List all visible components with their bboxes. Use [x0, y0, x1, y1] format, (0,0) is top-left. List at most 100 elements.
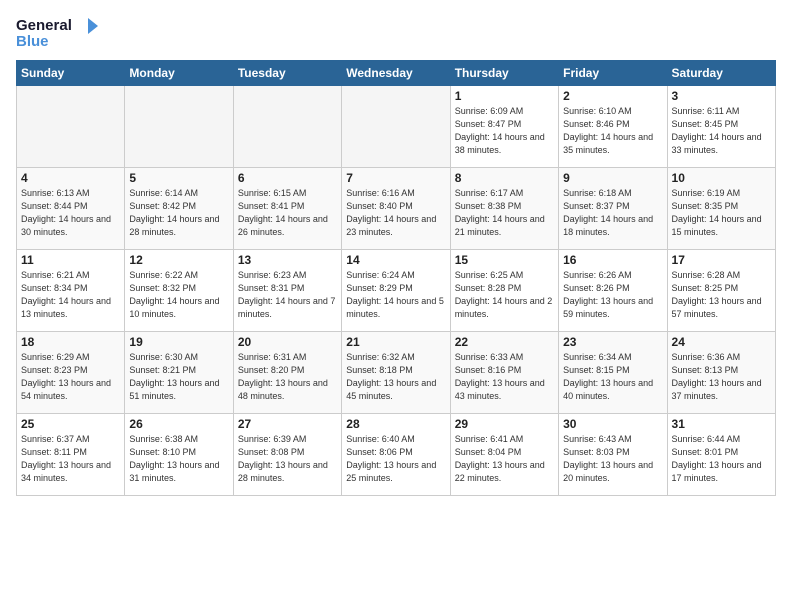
day-cell-3: 3Sunrise: 6:11 AMSunset: 8:45 PMDaylight…: [667, 86, 775, 168]
svg-text:Blue: Blue: [16, 33, 49, 50]
day-cell-21: 21 Sunrise: 6:32 AMSunset: 8:18 PMDayligh…: [342, 332, 450, 414]
day-info: Sunrise: 6:15 AMSunset: 8:41 PMDaylight:…: [238, 187, 337, 239]
day-cell-20: 20Sunrise: 6:31 AMSunset: 8:20 PMDayligh…: [233, 332, 341, 414]
weekday-header-thursday: Thursday: [450, 61, 558, 86]
day-number: 29: [455, 417, 554, 431]
day-cell-12: 12 Sunrise: 6:22 AMSunset: 8:32 PMDayligh…: [125, 250, 233, 332]
day-info: Sunrise: 6:29 AMSunset: 8:23 PMDaylight:…: [21, 351, 120, 403]
day-number: 24: [672, 335, 771, 349]
day-cell-31: 31 Sunrise: 6:44 AMSunset: 8:01 PMDayligh…: [667, 414, 775, 496]
day-cell-8: 8 Sunrise: 6:17 AMSunset: 8:38 PMDaylight…: [450, 168, 558, 250]
day-cell-22: 22 Sunrise: 6:33 AMSunset: 8:16 PMDayligh…: [450, 332, 558, 414]
day-number: 8: [455, 171, 554, 185]
day-number: 17: [672, 253, 771, 267]
day-number: 11: [21, 253, 120, 267]
day-info: Sunrise: 6:36 AMSunset: 8:13 PMDaylight:…: [672, 351, 771, 403]
day-info: Sunrise: 6:41 AMSunset: 8:04 PMDaylight:…: [455, 433, 554, 485]
week-row-5: 25Sunrise: 6:37 AMSunset: 8:11 PMDayligh…: [17, 414, 776, 496]
day-info: Sunrise: 6:19 AMSunset: 8:35 PMDaylight:…: [672, 187, 771, 239]
day-number: 12: [129, 253, 228, 267]
day-cell-19: 19 Sunrise: 6:30 AMSunset: 8:21 PMDayligh…: [125, 332, 233, 414]
day-cell-4: 4 Sunrise: 6:13 AMSunset: 8:44 PMDaylight…: [17, 168, 125, 250]
weekday-header-sunday: Sunday: [17, 61, 125, 86]
day-info: Sunrise: 6:31 AMSunset: 8:20 PMDaylight:…: [238, 351, 337, 403]
day-cell-16: 16 Sunrise: 6:26 AMSunset: 8:26 PMDayligh…: [559, 250, 667, 332]
day-cell-24: 24 Sunrise: 6:36 AMSunset: 8:13 PMDayligh…: [667, 332, 775, 414]
day-number: 14: [346, 253, 445, 267]
day-number: 23: [563, 335, 662, 349]
day-cell-13: 13Sunrise: 6:23 AMSunset: 8:31 PMDayligh…: [233, 250, 341, 332]
day-number: 15: [455, 253, 554, 267]
empty-cell: [233, 86, 341, 168]
day-info: Sunrise: 6:14 AMSunset: 8:42 PMDaylight:…: [129, 187, 228, 239]
day-cell-18: 18Sunrise: 6:29 AMSunset: 8:23 PMDayligh…: [17, 332, 125, 414]
week-row-3: 11 Sunrise: 6:21 AMSunset: 8:34 PMDayligh…: [17, 250, 776, 332]
day-info: Sunrise: 6:24 AMSunset: 8:29 PMDaylight:…: [346, 269, 445, 321]
day-info: Sunrise: 6:23 AMSunset: 8:31 PMDaylight:…: [238, 269, 337, 321]
week-row-1: 1Sunrise: 6:09 AMSunset: 8:47 PMDaylight…: [17, 86, 776, 168]
day-cell-30: 30 Sunrise: 6:43 AMSunset: 8:03 PMDayligh…: [559, 414, 667, 496]
weekday-header-wednesday: Wednesday: [342, 61, 450, 86]
day-number: 25: [21, 417, 120, 431]
day-number: 9: [563, 171, 662, 185]
day-cell-2: 2Sunrise: 6:10 AMSunset: 8:46 PMDaylight…: [559, 86, 667, 168]
empty-cell: [17, 86, 125, 168]
day-cell-23: 23 Sunrise: 6:34 AMSunset: 8:15 PMDayligh…: [559, 332, 667, 414]
day-number: 16: [563, 253, 662, 267]
day-cell-25: 25Sunrise: 6:37 AMSunset: 8:11 PMDayligh…: [17, 414, 125, 496]
day-number: 6: [238, 171, 337, 185]
day-cell-14: 14 Sunrise: 6:24 AMSunset: 8:29 PMDayligh…: [342, 250, 450, 332]
day-cell-26: 26Sunrise: 6:38 AMSunset: 8:10 PMDayligh…: [125, 414, 233, 496]
day-number: 4: [21, 171, 120, 185]
day-cell-1: 1Sunrise: 6:09 AMSunset: 8:47 PMDaylight…: [450, 86, 558, 168]
day-cell-28: 28 Sunrise: 6:40 AMSunset: 8:06 PMDayligh…: [342, 414, 450, 496]
day-number: 21: [346, 335, 445, 349]
day-info: Sunrise: 6:43 AMSunset: 8:03 PMDaylight:…: [563, 433, 662, 485]
day-number: 19: [129, 335, 228, 349]
day-cell-7: 7 Sunrise: 6:16 AMSunset: 8:40 PMDaylight…: [342, 168, 450, 250]
day-info: Sunrise: 6:39 AMSunset: 8:08 PMDaylight:…: [238, 433, 337, 485]
day-info: Sunrise: 6:34 AMSunset: 8:15 PMDaylight:…: [563, 351, 662, 403]
day-info: Sunrise: 6:28 AMSunset: 8:25 PMDaylight:…: [672, 269, 771, 321]
day-info: Sunrise: 6:33 AMSunset: 8:16 PMDaylight:…: [455, 351, 554, 403]
day-info: Sunrise: 6:13 AMSunset: 8:44 PMDaylight:…: [21, 187, 120, 239]
day-info: Sunrise: 6:17 AMSunset: 8:38 PMDaylight:…: [455, 187, 554, 239]
day-cell-29: 29 Sunrise: 6:41 AMSunset: 8:04 PMDayligh…: [450, 414, 558, 496]
empty-cell: [342, 86, 450, 168]
day-cell-11: 11 Sunrise: 6:21 AMSunset: 8:34 PMDayligh…: [17, 250, 125, 332]
logo-svg: GeneralBlue: [16, 12, 106, 52]
weekday-header-monday: Monday: [125, 61, 233, 86]
day-info: Sunrise: 6:21 AMSunset: 8:34 PMDaylight:…: [21, 269, 120, 321]
day-info: Sunrise: 6:32 AMSunset: 8:18 PMDaylight:…: [346, 351, 445, 403]
day-info: Sunrise: 6:40 AMSunset: 8:06 PMDaylight:…: [346, 433, 445, 485]
weekday-header-tuesday: Tuesday: [233, 61, 341, 86]
day-number: 28: [346, 417, 445, 431]
page-container: GeneralBlue SundayMondayTuesdayWednesday…: [0, 0, 792, 612]
day-info: Sunrise: 6:10 AMSunset: 8:46 PMDaylight:…: [563, 105, 662, 157]
day-cell-10: 10 Sunrise: 6:19 AMSunset: 8:35 PMDayligh…: [667, 168, 775, 250]
day-number: 30: [563, 417, 662, 431]
day-info: Sunrise: 6:38 AMSunset: 8:10 PMDaylight:…: [129, 433, 228, 485]
calendar-table: SundayMondayTuesdayWednesdayThursdayFrid…: [16, 60, 776, 496]
header: GeneralBlue: [16, 12, 776, 52]
weekday-header-saturday: Saturday: [667, 61, 775, 86]
day-info: Sunrise: 6:26 AMSunset: 8:26 PMDaylight:…: [563, 269, 662, 321]
svg-text:General: General: [16, 17, 72, 34]
empty-cell: [125, 86, 233, 168]
day-number: 10: [672, 171, 771, 185]
day-number: 7: [346, 171, 445, 185]
week-row-4: 18Sunrise: 6:29 AMSunset: 8:23 PMDayligh…: [17, 332, 776, 414]
week-row-2: 4 Sunrise: 6:13 AMSunset: 8:44 PMDaylight…: [17, 168, 776, 250]
day-info: Sunrise: 6:30 AMSunset: 8:21 PMDaylight:…: [129, 351, 228, 403]
day-number: 27: [238, 417, 337, 431]
day-number: 22: [455, 335, 554, 349]
day-info: Sunrise: 6:44 AMSunset: 8:01 PMDaylight:…: [672, 433, 771, 485]
day-info: Sunrise: 6:16 AMSunset: 8:40 PMDaylight:…: [346, 187, 445, 239]
day-number: 1: [455, 89, 554, 103]
day-number: 31: [672, 417, 771, 431]
day-cell-9: 9Sunrise: 6:18 AMSunset: 8:37 PMDaylight…: [559, 168, 667, 250]
day-cell-15: 15Sunrise: 6:25 AMSunset: 8:28 PMDayligh…: [450, 250, 558, 332]
day-info: Sunrise: 6:22 AMSunset: 8:32 PMDaylight:…: [129, 269, 228, 321]
weekday-header-friday: Friday: [559, 61, 667, 86]
logo: GeneralBlue: [16, 12, 106, 52]
